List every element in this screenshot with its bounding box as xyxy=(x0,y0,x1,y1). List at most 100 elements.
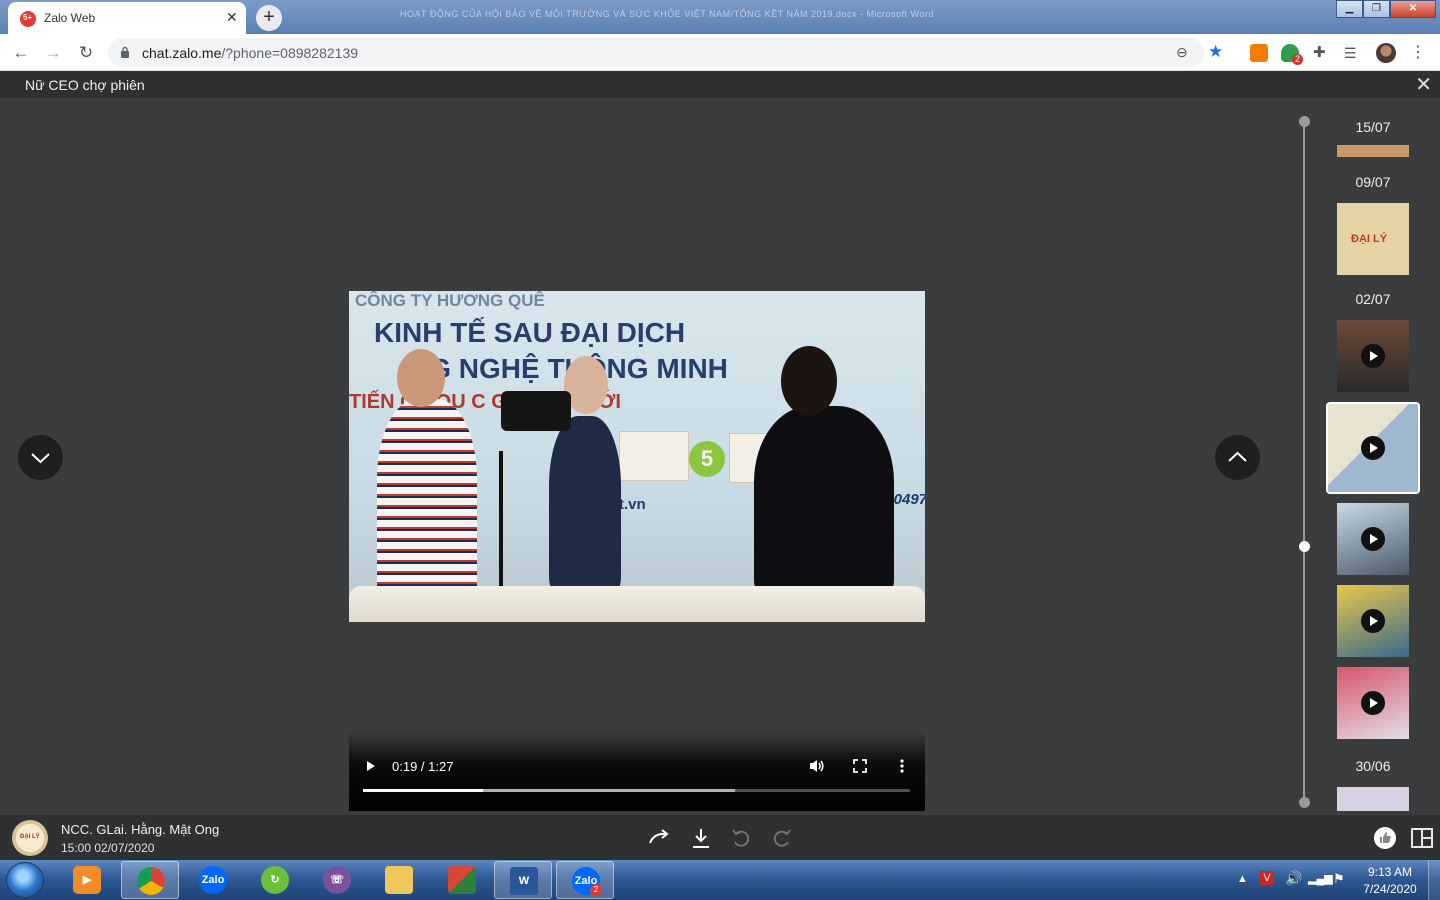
play-icon xyxy=(1370,534,1378,544)
play-icon xyxy=(1370,616,1378,626)
browser-tab-zalo-web[interactable]: 5+ Zalo Web ✕ xyxy=(8,2,246,34)
reload-icon[interactable]: ↻ xyxy=(75,42,97,64)
frame-head-left xyxy=(397,349,445,407)
taskbar-word[interactable]: W xyxy=(494,861,552,899)
unikey-icon xyxy=(448,866,476,894)
media-info-bar: ĐẠI LÝ NCC. GLai. Hằng. Mật Ong 15:00 02… xyxy=(0,815,1440,860)
tab-favicon-badge: 5+ xyxy=(23,13,33,22)
extension-badge: 2 xyxy=(1292,54,1304,65)
tray-vietkey-icon[interactable]: V xyxy=(1260,871,1274,885)
thumb-play-badge xyxy=(1361,691,1385,715)
extensions-puzzle-icon[interactable]: ✚ xyxy=(1313,44,1331,62)
show-desktop-button[interactable] xyxy=(1428,860,1440,900)
frame-number-badge: 5 xyxy=(689,441,725,477)
url-path: /?phone=0898282139 xyxy=(221,45,359,61)
window-close-button[interactable]: ✕ xyxy=(1390,0,1436,18)
timeline-thumb[interactable] xyxy=(1337,585,1409,657)
minimize-button[interactable]: ▁ xyxy=(1336,0,1363,18)
timeline-thumb[interactable] xyxy=(1337,787,1409,811)
viber-icon: ☏ xyxy=(323,866,351,894)
taskbar-green-app[interactable]: ↻ xyxy=(246,861,304,899)
new-tab-button[interactable]: + xyxy=(256,5,282,31)
timeline-top-dot[interactable] xyxy=(1299,116,1310,127)
taskbar-zalo-window[interactable]: Zalo 2 xyxy=(556,861,614,899)
timeline-thumb-selected[interactable] xyxy=(1326,402,1420,494)
frame-poster-left xyxy=(619,431,689,481)
sent-time: 15:00 02/07/2020 xyxy=(61,841,155,855)
bookmark-star-icon[interactable]: ★ xyxy=(1208,42,1223,62)
tab-title: Zalo Web xyxy=(44,11,96,25)
taskbar-chrome[interactable] xyxy=(121,861,179,899)
extension-shopping-icon[interactable] xyxy=(1250,44,1268,62)
viewer-close-icon[interactable]: ✕ xyxy=(1415,72,1432,97)
previous-media-button[interactable] xyxy=(1215,435,1260,480)
tray-volume-icon[interactable]: 🔊 xyxy=(1285,870,1302,887)
media-controls-icon[interactable]: ☰ xyxy=(1344,44,1362,62)
forward-share-icon[interactable] xyxy=(648,827,672,847)
sender-avatar[interactable]: ĐẠI LÝ xyxy=(12,820,48,856)
download-icon[interactable] xyxy=(691,827,711,849)
video-progress-bar[interactable] xyxy=(363,789,910,792)
video-player[interactable]: CÔNG TY HƯƠNG QUÊ KINH TẾ SAU ĐẠI DỊCH N… xyxy=(349,291,925,811)
timeline-date: 09/07 xyxy=(1355,174,1391,190)
fullscreen-icon[interactable] xyxy=(852,758,868,774)
zoom-out-icon[interactable]: ⊖ xyxy=(1176,44,1188,61)
volume-icon[interactable] xyxy=(808,758,826,774)
thumb-text: ĐẠI LÝ xyxy=(1351,233,1388,245)
browser-menu-icon[interactable]: ⋮ xyxy=(1410,42,1426,62)
rotate-right-icon[interactable] xyxy=(771,827,793,849)
timeline-thumb[interactable] xyxy=(1337,503,1409,575)
frame-text-website: t.vn xyxy=(619,496,646,513)
chevron-down-icon xyxy=(31,453,50,464)
frame-person-right xyxy=(754,406,894,596)
toggle-sidebar-icon[interactable] xyxy=(1411,828,1433,848)
back-arrow-icon[interactable]: ← xyxy=(10,42,32,64)
timeline-thumb[interactable]: ĐẠI LÝ xyxy=(1337,203,1409,275)
timeline-bottom-dot[interactable] xyxy=(1299,797,1310,808)
taskbar-media-player[interactable]: ▶ xyxy=(58,861,116,899)
frame-person-middle xyxy=(549,416,621,591)
like-reaction-icon[interactable] xyxy=(1373,826,1397,850)
window-controls: ▁ ❐ ✕ xyxy=(1336,0,1436,20)
play-icon[interactable] xyxy=(365,759,377,773)
play-icon xyxy=(1370,443,1378,453)
taskbar-viber[interactable]: ☏ xyxy=(308,861,366,899)
windows-taskbar: ▶ Zalo ↻ ☏ W Zalo 2 ▲ V 🔊 ▂▄▆ ⚑ 9:13 AM … xyxy=(0,860,1440,900)
start-button[interactable] xyxy=(6,862,44,898)
timeline-thumb[interactable] xyxy=(1337,145,1409,157)
taskbar-zalo-pinned[interactable]: Zalo xyxy=(184,861,242,899)
rotate-left-icon[interactable] xyxy=(730,827,752,849)
url-host: chat.zalo.me xyxy=(142,45,222,61)
maximize-button[interactable]: ❐ xyxy=(1363,0,1390,18)
more-options-icon[interactable] xyxy=(899,758,905,774)
timeline-current-dot[interactable] xyxy=(1299,541,1310,552)
avatar-text: ĐẠI LÝ xyxy=(20,834,40,840)
tray-expand-icon[interactable]: ▲ xyxy=(1237,873,1248,885)
zalo-icon: Zalo xyxy=(199,866,227,894)
taskbar-unikey[interactable] xyxy=(433,861,491,899)
browser-toolbar: ← → ↻ chat.zalo.me/?phone=0898282139 ⊖ ★… xyxy=(0,34,1440,71)
tray-network-icon[interactable]: ▂▄▆ xyxy=(1308,872,1333,885)
thumb-play-badge xyxy=(1361,527,1385,551)
timeline-thumb[interactable] xyxy=(1337,320,1409,392)
timeline-thumb[interactable] xyxy=(1337,667,1409,739)
browser-tabstrip: 5+ Zalo Web ✕ + HOẠT ĐỘNG CỦA HỘI BẢO VỆ… xyxy=(0,0,1440,34)
media-title: Nữ CEO chợ phiên xyxy=(25,77,145,93)
sender-name: NCC. GLai. Hằng. Mật Ong xyxy=(61,822,220,837)
forward-arrow-icon[interactable]: → xyxy=(42,42,64,64)
clock-time[interactable]: 9:13 AM xyxy=(1366,865,1414,879)
clock-date[interactable]: 7/24/2020 xyxy=(1362,882,1418,896)
video-time: 0:19 / 1:27 xyxy=(392,759,454,774)
address-bar[interactable]: chat.zalo.me/?phone=0898282139 ⊖ ★ xyxy=(108,38,1223,67)
video-controls: 0:19 / 1:27 xyxy=(349,731,925,811)
profile-avatar[interactable] xyxy=(1376,43,1396,63)
chrome-icon xyxy=(137,867,165,895)
next-media-button[interactable] xyxy=(18,435,63,480)
taskbar-file-explorer[interactable] xyxy=(370,861,428,899)
media-timeline: 15/07 09/07 ĐẠI LÝ 02/07 30/06 xyxy=(1290,99,1440,815)
tab-close-icon[interactable]: ✕ xyxy=(226,9,238,26)
play-icon xyxy=(1370,351,1378,361)
tray-flag-icon[interactable]: ⚑ xyxy=(1333,871,1345,887)
thumb-play-badge xyxy=(1361,609,1385,633)
frame-text-company: CÔNG TY HƯƠNG QUÊ xyxy=(355,291,545,310)
